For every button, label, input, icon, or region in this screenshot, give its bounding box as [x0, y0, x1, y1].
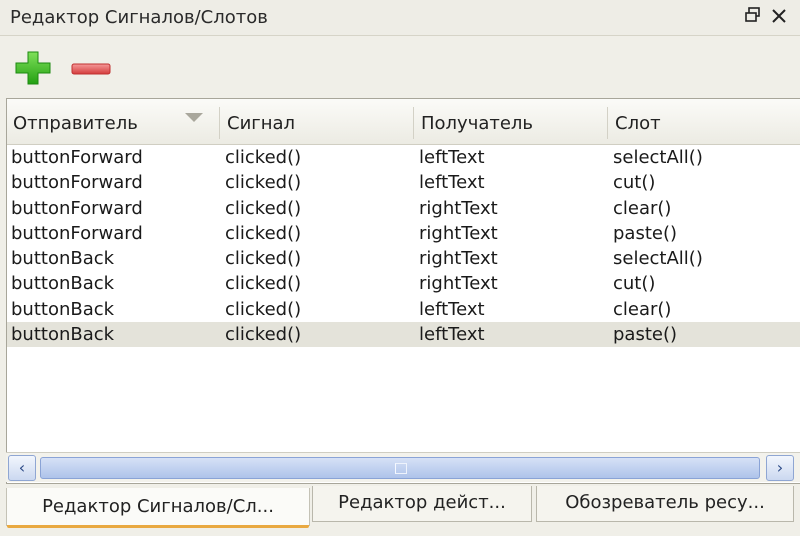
- cell-sender[interactable]: buttonForward: [11, 170, 143, 195]
- cell-sender[interactable]: buttonForward: [11, 196, 143, 221]
- table-row[interactable]: buttonBack clicked() leftText clear(): [7, 297, 800, 322]
- table-row[interactable]: buttonForward clicked() leftText selectA…: [7, 145, 800, 170]
- cell-receiver[interactable]: rightText: [419, 246, 498, 271]
- remove-connection-button[interactable]: [70, 48, 114, 88]
- table-header: Отправитель Сигнал Получатель Слот: [7, 99, 800, 145]
- cell-slot[interactable]: paste(): [613, 322, 677, 347]
- tab-resource-browser[interactable]: Обозреватель ресу...: [536, 486, 794, 522]
- cell-sender[interactable]: buttonBack: [11, 271, 114, 296]
- cell-sender[interactable]: buttonForward: [11, 221, 143, 246]
- cell-signal[interactable]: clicked(): [225, 145, 301, 170]
- column-header-label: Слот: [615, 113, 661, 134]
- float-window-icon[interactable]: [742, 6, 764, 28]
- cell-receiver[interactable]: leftText: [419, 170, 485, 195]
- cell-signal[interactable]: clicked(): [225, 322, 301, 347]
- column-header-sender[interactable]: Отправитель: [7, 99, 219, 145]
- panel-title: Редактор Сигналов/Слотов: [10, 7, 268, 28]
- cell-signal[interactable]: clicked(): [225, 170, 301, 195]
- column-header-receiver[interactable]: Получатель: [415, 99, 607, 145]
- scroll-left-button[interactable]: ‹: [8, 455, 36, 481]
- table-row[interactable]: buttonForward clicked() rightText paste(…: [7, 221, 800, 246]
- cell-receiver[interactable]: leftText: [419, 297, 485, 322]
- cell-slot[interactable]: paste(): [613, 221, 677, 246]
- cell-signal[interactable]: clicked(): [225, 196, 301, 221]
- add-connection-button[interactable]: [12, 48, 56, 88]
- cell-receiver[interactable]: rightText: [419, 271, 498, 296]
- grip-icon: [395, 463, 407, 474]
- cell-slot[interactable]: selectAll(): [613, 145, 703, 170]
- cell-sender[interactable]: buttonBack: [11, 246, 114, 271]
- cell-signal[interactable]: clicked(): [225, 297, 301, 322]
- chevron-left-icon: ‹: [18, 458, 26, 477]
- cell-sender[interactable]: buttonBack: [11, 297, 114, 322]
- panel-title-bar: Редактор Сигналов/Слотов: [0, 0, 800, 36]
- cell-signal[interactable]: clicked(): [225, 271, 301, 296]
- table-row[interactable]: buttonForward clicked() leftText cut(): [7, 170, 800, 195]
- cell-slot[interactable]: cut(): [613, 271, 655, 296]
- cell-slot[interactable]: selectAll(): [613, 246, 703, 271]
- cell-signal[interactable]: clicked(): [225, 246, 301, 271]
- cell-signal[interactable]: clicked(): [225, 221, 301, 246]
- column-header-label: Отправитель: [13, 113, 138, 134]
- scrollbar-thumb[interactable]: [40, 457, 760, 479]
- table-row[interactable]: buttonBack clicked() rightText selectAll…: [7, 246, 800, 271]
- table-row[interactable]: buttonBack clicked() rightText cut(): [7, 271, 800, 296]
- column-header-label: Сигнал: [227, 113, 296, 134]
- chevron-right-icon: ›: [776, 458, 784, 477]
- column-divider[interactable]: [413, 107, 414, 139]
- table-body: buttonForward clicked() leftText selectA…: [7, 145, 800, 348]
- cell-sender[interactable]: buttonForward: [11, 145, 143, 170]
- column-header-label: Получатель: [421, 113, 534, 134]
- cell-receiver[interactable]: leftText: [419, 322, 485, 347]
- tab-signal-slot-editor[interactable]: Редактор Сигналов/Сл...: [6, 488, 310, 528]
- column-header-signal[interactable]: Сигнал: [221, 99, 413, 145]
- cell-slot[interactable]: clear(): [613, 297, 671, 322]
- column-header-slot[interactable]: Слот: [609, 99, 799, 145]
- minus-icon: [71, 63, 111, 75]
- tab-action-editor[interactable]: Редактор дейст...: [312, 486, 532, 522]
- connections-table: Отправитель Сигнал Получатель Слот butto…: [6, 98, 800, 484]
- dock-tab-bar: Редактор Сигналов/Сл... Редактор дейст..…: [0, 484, 800, 536]
- column-divider[interactable]: [219, 107, 220, 139]
- table-row[interactable]: buttonForward clicked() rightText clear(…: [7, 196, 800, 221]
- close-icon[interactable]: [768, 6, 790, 28]
- cell-receiver[interactable]: rightText: [419, 196, 498, 221]
- cell-slot[interactable]: cut(): [613, 170, 655, 195]
- cell-sender[interactable]: buttonBack: [11, 322, 114, 347]
- cell-slot[interactable]: clear(): [613, 196, 671, 221]
- cell-receiver[interactable]: leftText: [419, 145, 485, 170]
- sort-down-icon: [185, 113, 203, 122]
- scroll-right-button[interactable]: ›: [766, 455, 794, 481]
- horizontal-scrollbar[interactable]: ‹ ›: [6, 452, 800, 482]
- column-divider[interactable]: [607, 107, 608, 139]
- table-row-selected[interactable]: buttonBack clicked() leftText paste(): [7, 322, 800, 348]
- cell-receiver[interactable]: rightText: [419, 221, 498, 246]
- plus-icon: [15, 51, 51, 85]
- toolbar: [0, 36, 800, 98]
